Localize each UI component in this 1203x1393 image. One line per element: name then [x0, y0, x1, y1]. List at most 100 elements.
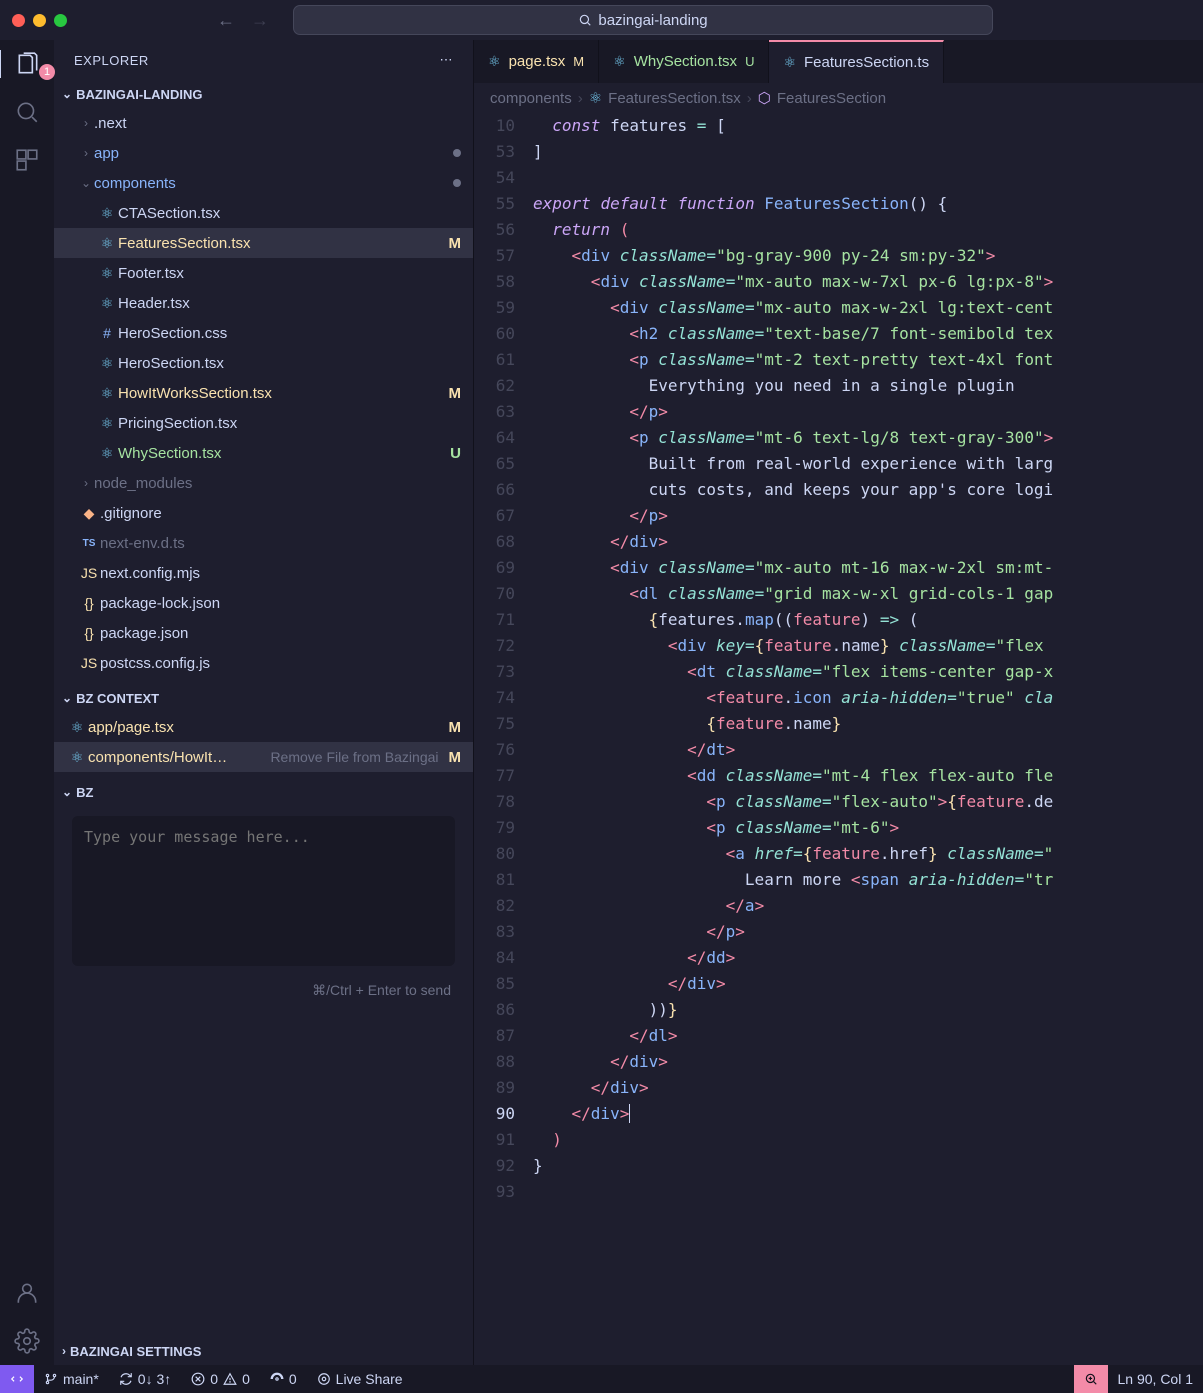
- react-file-icon: ⚛: [96, 355, 118, 372]
- tree-label: next-env.d.ts: [100, 535, 461, 552]
- bz-context-title: BZ CONTEXT: [76, 691, 159, 706]
- tab-label: WhySection.tsx: [634, 53, 737, 70]
- remove-file-action[interactable]: Remove File from Bazingai: [270, 749, 442, 765]
- git-status-badge: M: [449, 719, 462, 736]
- bz-context-header[interactable]: ⌄ BZ CONTEXT: [54, 684, 473, 712]
- line-number: 61: [474, 347, 515, 373]
- extensions-tab-icon[interactable]: [13, 146, 41, 174]
- file-item[interactable]: TSnext-env.d.ts: [54, 528, 473, 558]
- line-number: 77: [474, 763, 515, 789]
- sidebar-more-icon[interactable]: ⋯: [440, 52, 454, 68]
- bazingai-settings-header[interactable]: › BAZINGAI SETTINGS: [54, 1337, 473, 1365]
- tab-label: page.tsx: [509, 53, 566, 70]
- folder-item[interactable]: ›.next: [54, 108, 473, 138]
- line-number: 75: [474, 711, 515, 737]
- maximize-window-button[interactable]: [54, 14, 67, 27]
- folder-item[interactable]: ›app: [54, 138, 473, 168]
- file-item[interactable]: ⚛PricingSection.tsx: [54, 408, 473, 438]
- search-tab-icon[interactable]: [13, 98, 41, 126]
- sidebar: EXPLORER ⋯ ⌄ BAZINGAI-LANDING ›.next›app…: [54, 40, 474, 1365]
- line-number: 86: [474, 997, 515, 1023]
- nav-back-button[interactable]: ←: [217, 10, 235, 31]
- line-number: 91: [474, 1127, 515, 1153]
- remote-button[interactable]: [0, 1365, 34, 1393]
- tree-label: HowItWorksSection.tsx: [118, 385, 443, 402]
- file-item[interactable]: ⚛HowItWorksSection.tsxM: [54, 378, 473, 408]
- file-item[interactable]: JSpostcss.config.js: [54, 648, 473, 678]
- line-number: 68: [474, 529, 515, 555]
- editor-tab[interactable]: ⚛WhySection.tsxU: [599, 40, 769, 83]
- warning-count: 0: [242, 1371, 250, 1387]
- breadcrumb-part[interactable]: components: [490, 90, 572, 107]
- react-file-icon: ⚛: [66, 719, 88, 736]
- nav-forward-button[interactable]: →: [251, 10, 269, 31]
- folder-item[interactable]: ›node_modules: [54, 468, 473, 498]
- chevron-down-icon: ⌄: [62, 785, 72, 799]
- bz-header[interactable]: ⌄ BZ: [54, 778, 473, 806]
- git-status-badge: M: [449, 235, 462, 252]
- live-share-button[interactable]: Live Share: [307, 1365, 413, 1393]
- chevron-down-icon: ⌄: [62, 87, 72, 101]
- bz-context-list: ⚛app/page.tsxM⚛components/HowIt…Remove F…: [54, 712, 473, 772]
- line-number: 79: [474, 815, 515, 841]
- tree-label: .gitignore: [100, 505, 461, 522]
- search-icon: [578, 13, 592, 27]
- file-item[interactable]: #HeroSection.css: [54, 318, 473, 348]
- line-number: 64: [474, 425, 515, 451]
- file-item[interactable]: ⚛Header.tsx: [54, 288, 473, 318]
- command-center[interactable]: bazingai-landing: [293, 5, 993, 35]
- file-item[interactable]: ⚛FeaturesSection.tsxM: [54, 228, 473, 258]
- bz-context-item[interactable]: ⚛components/HowIt…Remove File from Bazin…: [54, 742, 473, 772]
- code-editor[interactable]: 1053545556575859606162636465666768697071…: [474, 113, 1203, 1365]
- tree-label: CTASection.tsx: [118, 205, 461, 222]
- line-number: 78: [474, 789, 515, 815]
- file-item[interactable]: ⚛WhySection.tsxU: [54, 438, 473, 468]
- bz-send-hint: ⌘/Ctrl + Enter to send: [54, 976, 473, 1001]
- react-file-icon: ⚛: [96, 205, 118, 222]
- editor-tab[interactable]: ⚛FeaturesSection.ts: [769, 40, 944, 83]
- line-number: 59: [474, 295, 515, 321]
- json-file-icon: {}: [78, 625, 100, 641]
- breadcrumb[interactable]: components › ⚛ FeaturesSection.tsx › ⬡ F…: [474, 83, 1203, 113]
- file-item[interactable]: {}package-lock.json: [54, 588, 473, 618]
- git-status-badge: M: [449, 385, 462, 402]
- line-number: 70: [474, 581, 515, 607]
- breadcrumb-part[interactable]: FeaturesSection.tsx: [608, 90, 741, 107]
- file-item[interactable]: ⚛HeroSection.tsx: [54, 348, 473, 378]
- code-content[interactable]: const features = [ ] export default func…: [529, 113, 1203, 1365]
- breadcrumb-part[interactable]: FeaturesSection: [777, 90, 886, 107]
- chevron-icon: ›: [78, 116, 94, 130]
- folder-item[interactable]: ⌄components: [54, 168, 473, 198]
- editor-tab[interactable]: ⚛page.tsxM: [474, 40, 599, 83]
- line-number: 89: [474, 1075, 515, 1101]
- close-window-button[interactable]: [12, 14, 25, 27]
- cursor-position[interactable]: Ln 90, Col 1: [1108, 1365, 1203, 1393]
- line-number: 63: [474, 399, 515, 425]
- line-number: 62: [474, 373, 515, 399]
- file-item[interactable]: ⚛CTASection.tsx: [54, 198, 473, 228]
- file-item[interactable]: ⚛Footer.tsx: [54, 258, 473, 288]
- file-item[interactable]: {}package.json: [54, 618, 473, 648]
- project-section-header[interactable]: ⌄ BAZINGAI-LANDING: [54, 80, 473, 108]
- settings-gear-icon[interactable]: [13, 1327, 41, 1355]
- json-file-icon: {}: [78, 595, 100, 611]
- line-number: 72: [474, 633, 515, 659]
- accounts-icon[interactable]: [13, 1279, 41, 1307]
- error-count: 0: [210, 1371, 218, 1387]
- minimize-window-button[interactable]: [33, 14, 46, 27]
- file-item[interactable]: ◆.gitignore: [54, 498, 473, 528]
- ports-count: 0: [289, 1371, 297, 1387]
- zoom-button[interactable]: [1074, 1365, 1108, 1393]
- bz-context-item[interactable]: ⚛app/page.tsxM: [54, 712, 473, 742]
- explorer-tab-icon[interactable]: [0, 50, 53, 78]
- modified-dot-icon: [453, 179, 461, 187]
- ports-button[interactable]: 0: [260, 1365, 307, 1393]
- file-item[interactable]: JSnext.config.mjs: [54, 558, 473, 588]
- line-gutter: 1053545556575859606162636465666768697071…: [474, 113, 529, 1365]
- tree-label: components: [94, 175, 453, 192]
- problems-button[interactable]: 0 0: [181, 1365, 260, 1393]
- git-sync-button[interactable]: 0↓ 3↑: [109, 1365, 181, 1393]
- line-number: 71: [474, 607, 515, 633]
- git-branch-button[interactable]: main*: [34, 1365, 109, 1393]
- bz-message-input[interactable]: [84, 828, 443, 954]
